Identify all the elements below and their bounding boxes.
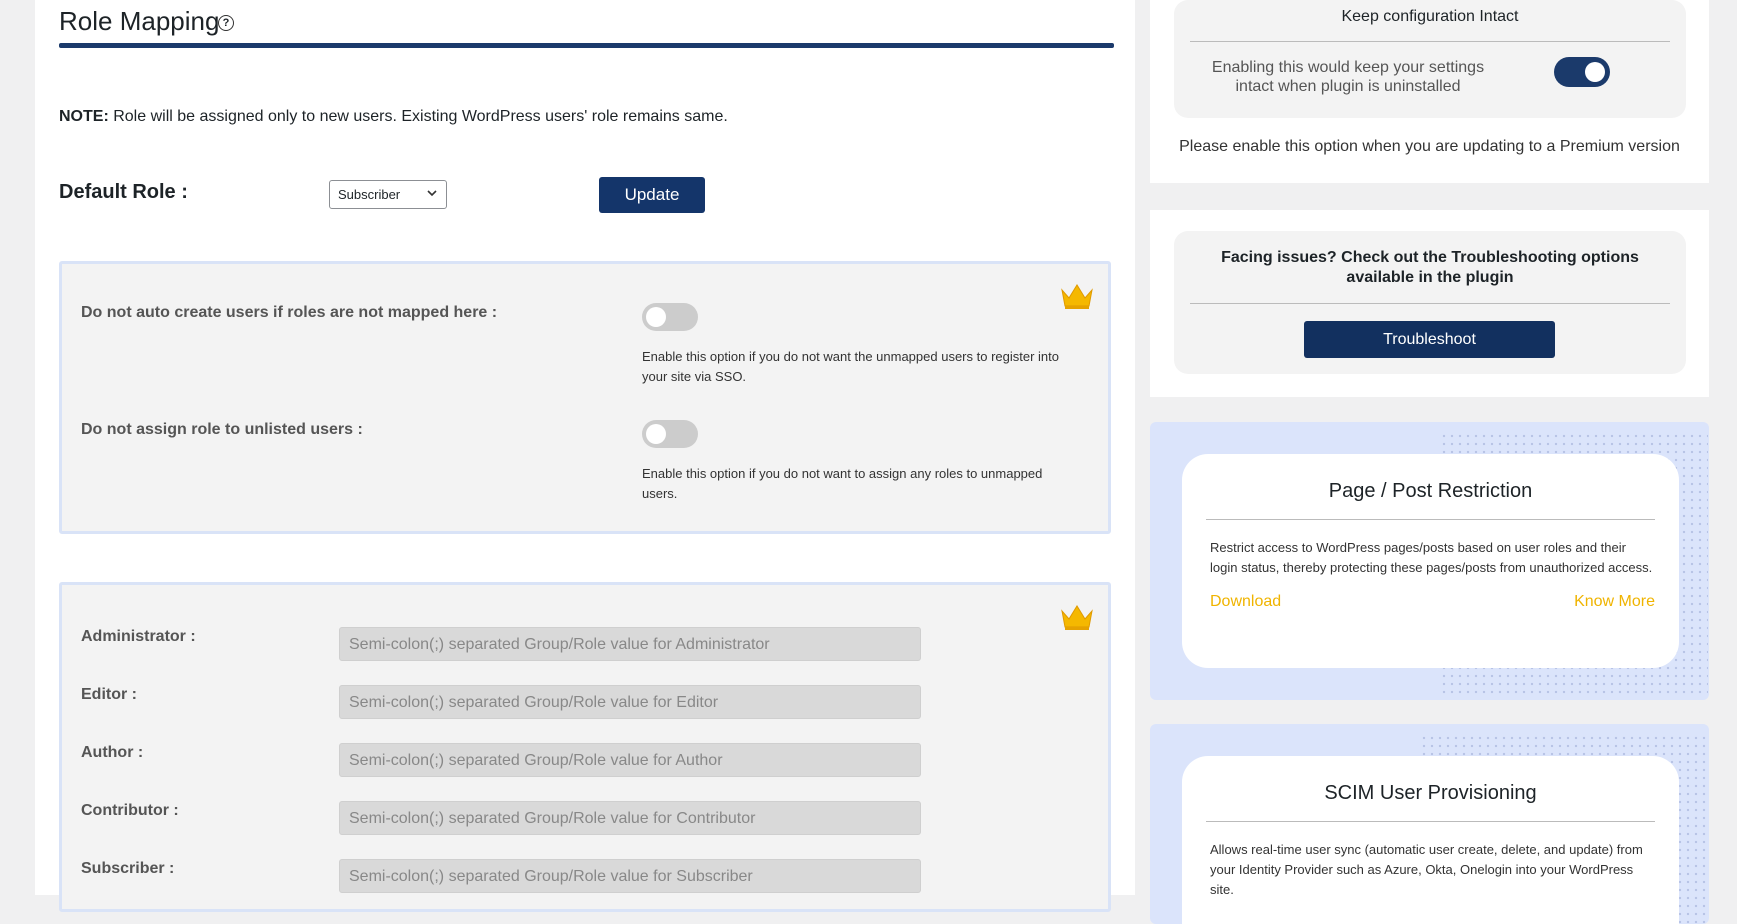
mapping-input-author[interactable]: Semi-colon(;) separated Group/Role value…	[339, 743, 921, 777]
no-assign-role-toggle[interactable]	[642, 420, 698, 448]
chevron-down-icon	[427, 190, 437, 197]
mapping-input-administrator[interactable]: Semi-colon(;) separated Group/Role value…	[339, 627, 921, 661]
keep-config-text: Enabling this would keep your settings i…	[1211, 59, 1485, 95]
keep-config-title: Keep configuration Intact	[1341, 8, 1519, 25]
promo-desc-page-restriction: Restrict access to WordPress pages/posts…	[1210, 540, 1653, 575]
no-auto-create-toggle[interactable]	[642, 303, 698, 331]
note-body: Role will be assigned only to new users.…	[108, 108, 728, 125]
keep-config-card: Keep configuration Intact Enabling this …	[1150, 0, 1709, 183]
troubleshoot-title: Facing issues? Check out the Troubleshoo…	[1221, 249, 1639, 286]
promo-title-page-restriction: Page / Post Restriction	[1328, 480, 1533, 502]
mapping-input-contributor[interactable]: Semi-colon(;) separated Group/Role value…	[339, 801, 921, 835]
troubleshoot-button[interactable]: Troubleshoot	[1304, 321, 1555, 358]
crown-icon	[1061, 284, 1093, 309]
troubleshoot-panel: Facing issues? Check out the Troubleshoo…	[1174, 231, 1686, 374]
troubleshoot-divider	[1190, 303, 1670, 304]
mapping-label-administrator: Administrator :	[81, 628, 196, 645]
promo-page-restriction: Page / Post Restriction Restrict access …	[1150, 422, 1709, 700]
option-desc-no-auto-create: Enable this option if you do not want th…	[642, 349, 1059, 384]
troubleshoot-card: Facing issues? Check out the Troubleshoo…	[1150, 210, 1709, 397]
default-role-select[interactable]: Subscriber	[329, 180, 447, 209]
keep-config-panel: Keep configuration Intact Enabling this …	[1174, 0, 1686, 118]
promo-scim: SCIM User Provisioning Allows real-time …	[1150, 724, 1709, 924]
mapping-label-subscriber: Subscriber :	[81, 860, 175, 877]
note-label: NOTE:	[59, 108, 109, 125]
role-mapping-box: Administrator : Semi-colon(;) separated …	[59, 582, 1111, 912]
download-link[interactable]: Download	[1210, 593, 1281, 611]
default-role-value: Subscriber	[338, 187, 401, 202]
update-button[interactable]: Update	[599, 177, 705, 213]
page-title: Role Mapping	[59, 6, 220, 36]
role-options-box: Do not auto create users if roles are no…	[59, 261, 1111, 534]
option-label-no-assign-role: Do not assign role to unlisted users :	[81, 421, 363, 438]
promo-title-scim: SCIM User Provisioning	[1324, 782, 1537, 804]
promo-card-page-restriction: Page / Post Restriction Restrict access …	[1182, 454, 1679, 668]
keep-config-divider	[1190, 41, 1670, 42]
option-desc-no-assign-role: Enable this option if you do not want to…	[642, 466, 1043, 501]
mapping-input-editor[interactable]: Semi-colon(;) separated Group/Role value…	[339, 685, 921, 719]
mapping-input-subscriber[interactable]: Semi-colon(;) separated Group/Role value…	[339, 859, 921, 893]
mapping-label-contributor: Contributor :	[81, 802, 179, 819]
help-circle-icon[interactable]: ?	[218, 15, 234, 31]
role-mapping-panel: Role Mapping ? NOTE: Role will be assign…	[35, 0, 1135, 912]
keep-config-toggle[interactable]	[1554, 57, 1610, 87]
title-divider	[59, 43, 1114, 48]
note-text: NOTE: Role will be assigned only to new …	[59, 108, 728, 126]
mapping-label-editor: Editor :	[81, 686, 137, 703]
promo-divider	[1206, 519, 1655, 520]
crown-icon	[1061, 605, 1093, 630]
promo-desc-scim: Allows real-time user sync (automatic us…	[1210, 842, 1643, 897]
know-more-link[interactable]: Know More	[1574, 593, 1655, 611]
promo-card-scim: SCIM User Provisioning Allows real-time …	[1182, 756, 1679, 924]
mapping-label-author: Author :	[81, 744, 144, 761]
premium-note: Please enable this option when you are u…	[1179, 138, 1680, 155]
promo-divider	[1206, 821, 1655, 822]
default-role-label: Default Role :	[59, 181, 188, 203]
option-label-no-auto-create: Do not auto create users if roles are no…	[81, 304, 498, 321]
